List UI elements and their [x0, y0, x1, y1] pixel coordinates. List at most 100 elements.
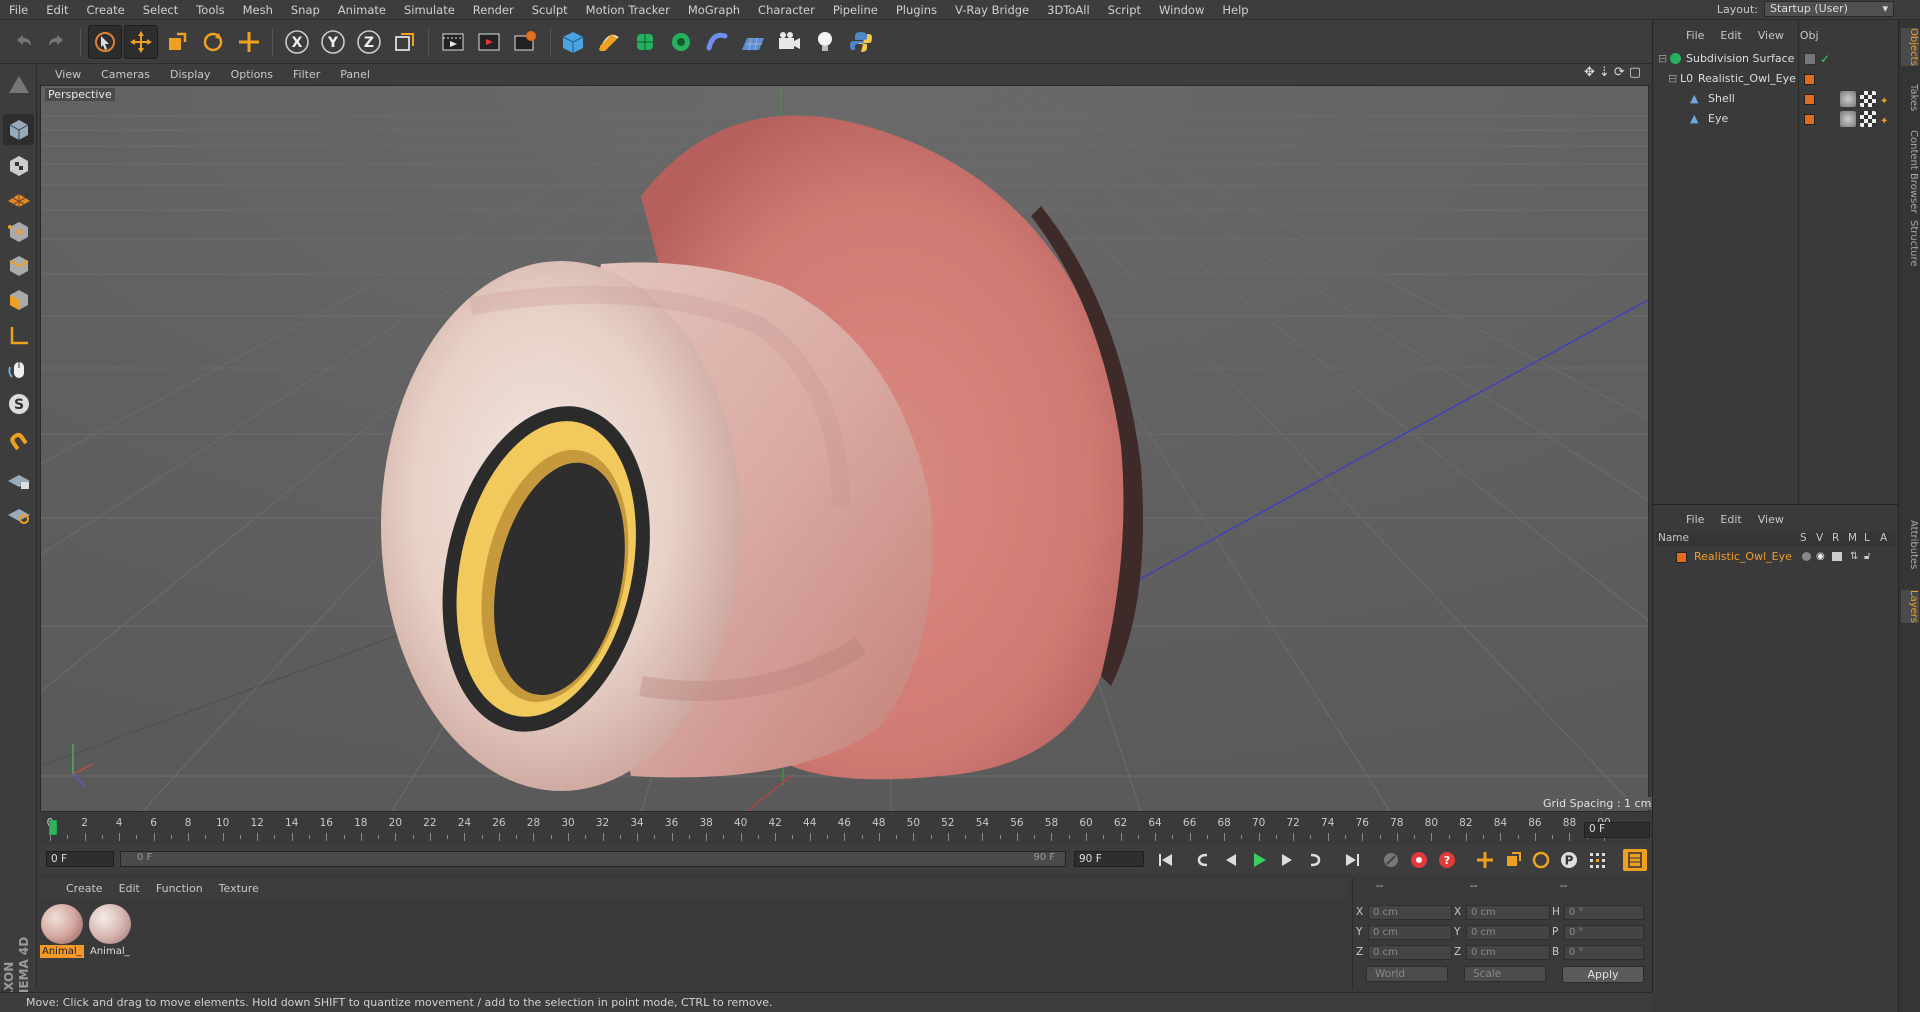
- viewport-menu-view[interactable]: View: [45, 68, 91, 81]
- menu-item-simulate[interactable]: Simulate: [395, 3, 464, 17]
- tab-attributes[interactable]: Attributes: [1901, 520, 1919, 569]
- previous-key-icon[interactable]: [1191, 849, 1215, 871]
- subdivision-surface-icon[interactable]: [628, 25, 662, 59]
- menu-item-animate[interactable]: Animate: [329, 3, 395, 17]
- y-axis-icon[interactable]: Y: [316, 25, 350, 59]
- live-selection-icon[interactable]: [88, 25, 122, 59]
- layer-menu-file[interactable]: File: [1678, 513, 1712, 526]
- x-axis-icon[interactable]: X: [280, 25, 314, 59]
- menu-item-script[interactable]: Script: [1099, 3, 1150, 17]
- checkmark-icon[interactable]: ✓: [1820, 50, 1830, 68]
- next-frame-icon[interactable]: [1275, 849, 1299, 871]
- lock-icon[interactable]: 🔓︎: [1864, 548, 1870, 566]
- cube-object-icon[interactable]: [556, 25, 590, 59]
- menu-item-edit[interactable]: Edit: [37, 3, 77, 17]
- solo-toggle-icon[interactable]: [1802, 552, 1811, 561]
- timeline-layout-icon[interactable]: [1623, 849, 1647, 871]
- object-row-shell[interactable]: ▲ Shell ✦: [1656, 90, 1896, 108]
- transform-tool-icon[interactable]: [232, 25, 266, 59]
- manager-toggle-icon[interactable]: ⇅: [1850, 548, 1858, 566]
- scale-tool-icon[interactable]: [160, 25, 194, 59]
- go-to-end-icon[interactable]: [1341, 849, 1365, 871]
- python-icon[interactable]: [844, 25, 878, 59]
- layer-color-icon[interactable]: [1804, 114, 1815, 125]
- coordinate-system-icon[interactable]: [388, 25, 422, 59]
- menu-item-help[interactable]: Help: [1213, 3, 1257, 17]
- snap-icon[interactable]: S: [3, 388, 34, 419]
- autokey-icon[interactable]: [1407, 849, 1431, 871]
- material-menu-edit[interactable]: Edit: [111, 882, 148, 895]
- z-axis-icon[interactable]: Z: [352, 25, 386, 59]
- menu-item-mesh[interactable]: Mesh: [234, 3, 282, 17]
- maximize-view-icon[interactable]: ▢: [1629, 65, 1641, 80]
- polygons-mode-icon[interactable]: [3, 284, 34, 315]
- texture-tag-icon[interactable]: [1860, 91, 1876, 107]
- current-frame-field[interactable]: 0 F: [1584, 822, 1650, 838]
- object-row-subdivision-surface[interactable]: ⊟ Subdivision Surface ✓: [1656, 50, 1896, 68]
- locked-workplane-icon[interactable]: [3, 464, 34, 495]
- menu-item-window[interactable]: Window: [1150, 3, 1213, 17]
- go-to-start-icon[interactable]: [1153, 849, 1177, 871]
- viewport-menu-display[interactable]: Display: [160, 68, 221, 81]
- render-view-icon[interactable]: [436, 25, 470, 59]
- make-editable-icon[interactable]: [3, 70, 34, 101]
- material-tag-icon[interactable]: [1840, 111, 1856, 127]
- menu-item-mograph[interactable]: MoGraph: [679, 3, 749, 17]
- rotation-p-field[interactable]: 0 °: [1564, 925, 1644, 940]
- layer-menu-view[interactable]: View: [1750, 513, 1792, 526]
- texture-tag-icon[interactable]: [1860, 111, 1876, 127]
- viewport-menu-cameras[interactable]: Cameras: [91, 68, 160, 81]
- deformer-icon[interactable]: [700, 25, 734, 59]
- render-picture-viewer-icon[interactable]: [472, 25, 506, 59]
- material-swatch[interactable]: Animal_: [40, 903, 84, 959]
- layer-color-icon[interactable]: [1804, 74, 1815, 85]
- tab-takes[interactable]: Takes: [1901, 84, 1919, 111]
- menu-item-motion-tracker[interactable]: Motion Tracker: [577, 3, 679, 17]
- object-menu-file[interactable]: File: [1678, 29, 1712, 42]
- scale-x-field[interactable]: 0 cm: [1466, 905, 1550, 920]
- viewport-menu-filter[interactable]: Filter: [283, 68, 330, 81]
- tab-objects[interactable]: Objects: [1901, 28, 1919, 66]
- object-row-eye[interactable]: ▲ Eye ✦: [1656, 110, 1896, 128]
- visibility-icon[interactable]: ◉: [1816, 548, 1825, 566]
- play-icon[interactable]: [1247, 849, 1271, 871]
- floor-icon[interactable]: [736, 25, 770, 59]
- orbit-icon[interactable]: ⟳: [1614, 65, 1625, 80]
- undo-icon[interactable]: [6, 25, 40, 59]
- workplane-icon[interactable]: [3, 182, 34, 213]
- 3d-viewport[interactable]: [40, 85, 1649, 812]
- position-x-field[interactable]: 0 cm: [1368, 905, 1452, 920]
- parameter-key-icon[interactable]: P: [1557, 849, 1581, 871]
- material-swatch[interactable]: Animal_: [88, 903, 132, 959]
- scale-z-field[interactable]: 0 cm: [1466, 945, 1550, 960]
- frame-range-slider[interactable]: 0 F 90 F: [120, 851, 1066, 867]
- menu-item-create[interactable]: Create: [78, 3, 134, 17]
- menu-item-file[interactable]: File: [0, 3, 37, 17]
- axis-mode-icon[interactable]: [3, 320, 34, 351]
- menu-item-snap[interactable]: Snap: [282, 3, 329, 17]
- dolly-icon[interactable]: ⇣: [1599, 65, 1610, 80]
- apply-button[interactable]: Apply: [1562, 966, 1644, 983]
- viewport-menu-panel[interactable]: Panel: [330, 68, 380, 81]
- tweak-mode-icon[interactable]: [3, 354, 34, 385]
- material-tag-icon[interactable]: [1840, 91, 1856, 107]
- start-frame-field[interactable]: 0 F: [46, 851, 114, 867]
- material-menu-texture[interactable]: Texture: [211, 882, 267, 895]
- object-row-realistic-owl-eye[interactable]: ⊟ L0 Realistic_Owl_Eye: [1656, 70, 1896, 88]
- uvw-tag-icon[interactable]: ✦: [1880, 93, 1888, 111]
- layer-color-icon[interactable]: [1804, 94, 1815, 105]
- rotate-tool-icon[interactable]: [196, 25, 230, 59]
- material-menu-create[interactable]: Create: [58, 882, 111, 895]
- rotation-key-icon[interactable]: [1529, 849, 1553, 871]
- record-keys-icon[interactable]: [1379, 849, 1403, 871]
- menu-item-v-ray-bridge[interactable]: V-Ray Bridge: [946, 3, 1038, 17]
- camera-icon[interactable]: [772, 25, 806, 59]
- tab-content-browser[interactable]: Content Browser: [1901, 130, 1919, 213]
- points-mode-icon[interactable]: [3, 216, 34, 247]
- position-z-field[interactable]: 0 cm: [1368, 945, 1452, 960]
- render-toggle-icon[interactable]: [1832, 552, 1842, 561]
- texture-mode-icon[interactable]: [3, 150, 34, 181]
- tab-structure[interactable]: Structure: [1901, 220, 1919, 267]
- transform-mode-dropdown[interactable]: Scale: [1464, 966, 1546, 982]
- scale-y-field[interactable]: 0 cm: [1466, 925, 1550, 940]
